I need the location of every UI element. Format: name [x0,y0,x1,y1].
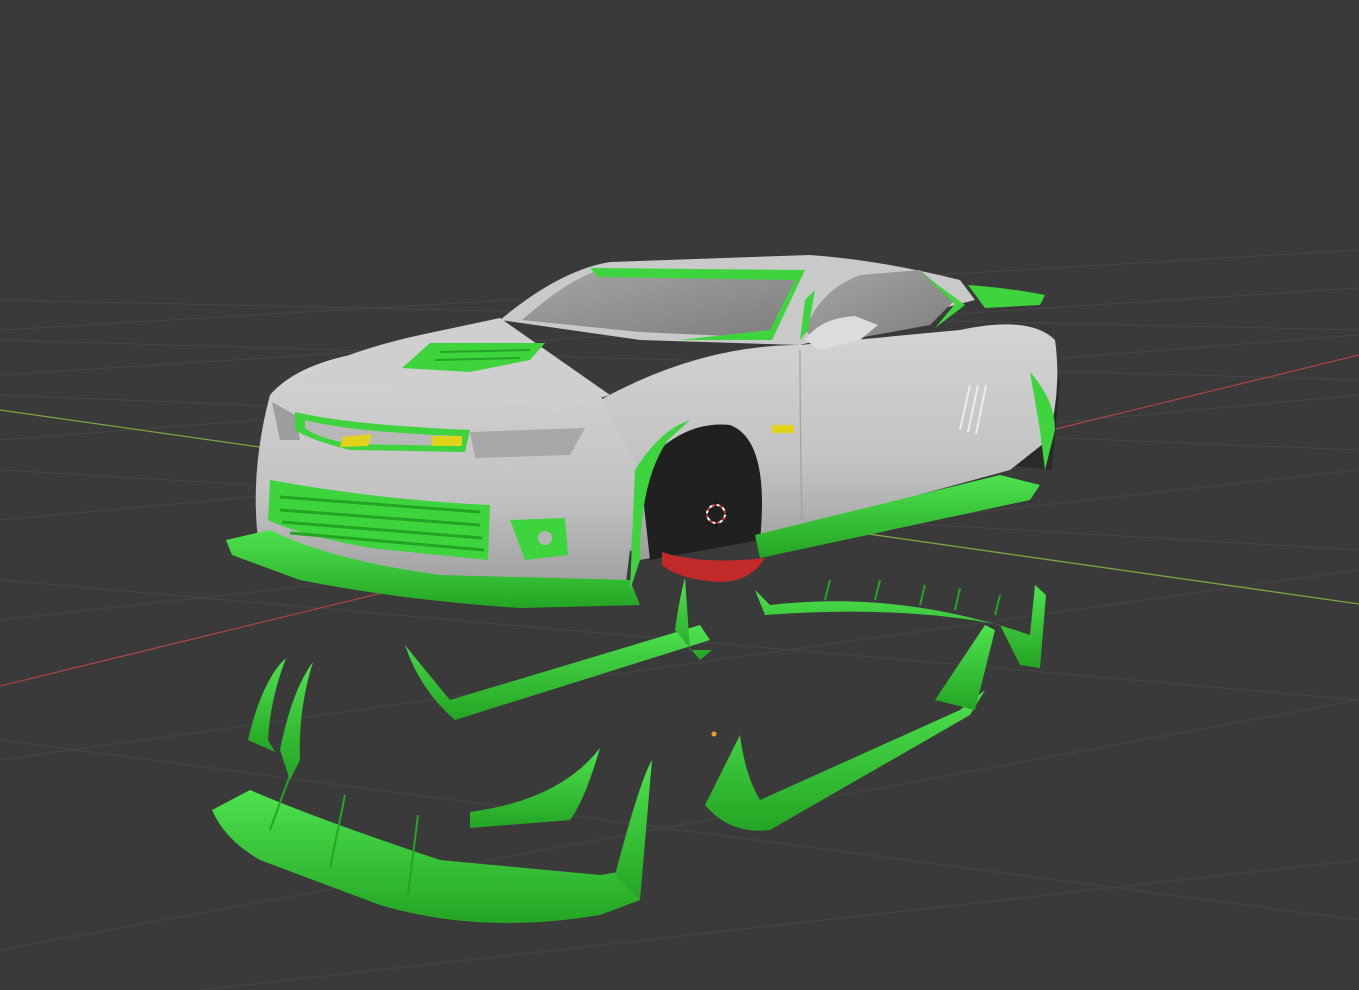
headlight-right [470,428,585,458]
3d-viewport[interactable] [0,0,1359,990]
viewport-canvas[interactable] [0,0,1359,990]
fog-light-amber [432,436,462,446]
object-origin-icon [711,731,717,737]
